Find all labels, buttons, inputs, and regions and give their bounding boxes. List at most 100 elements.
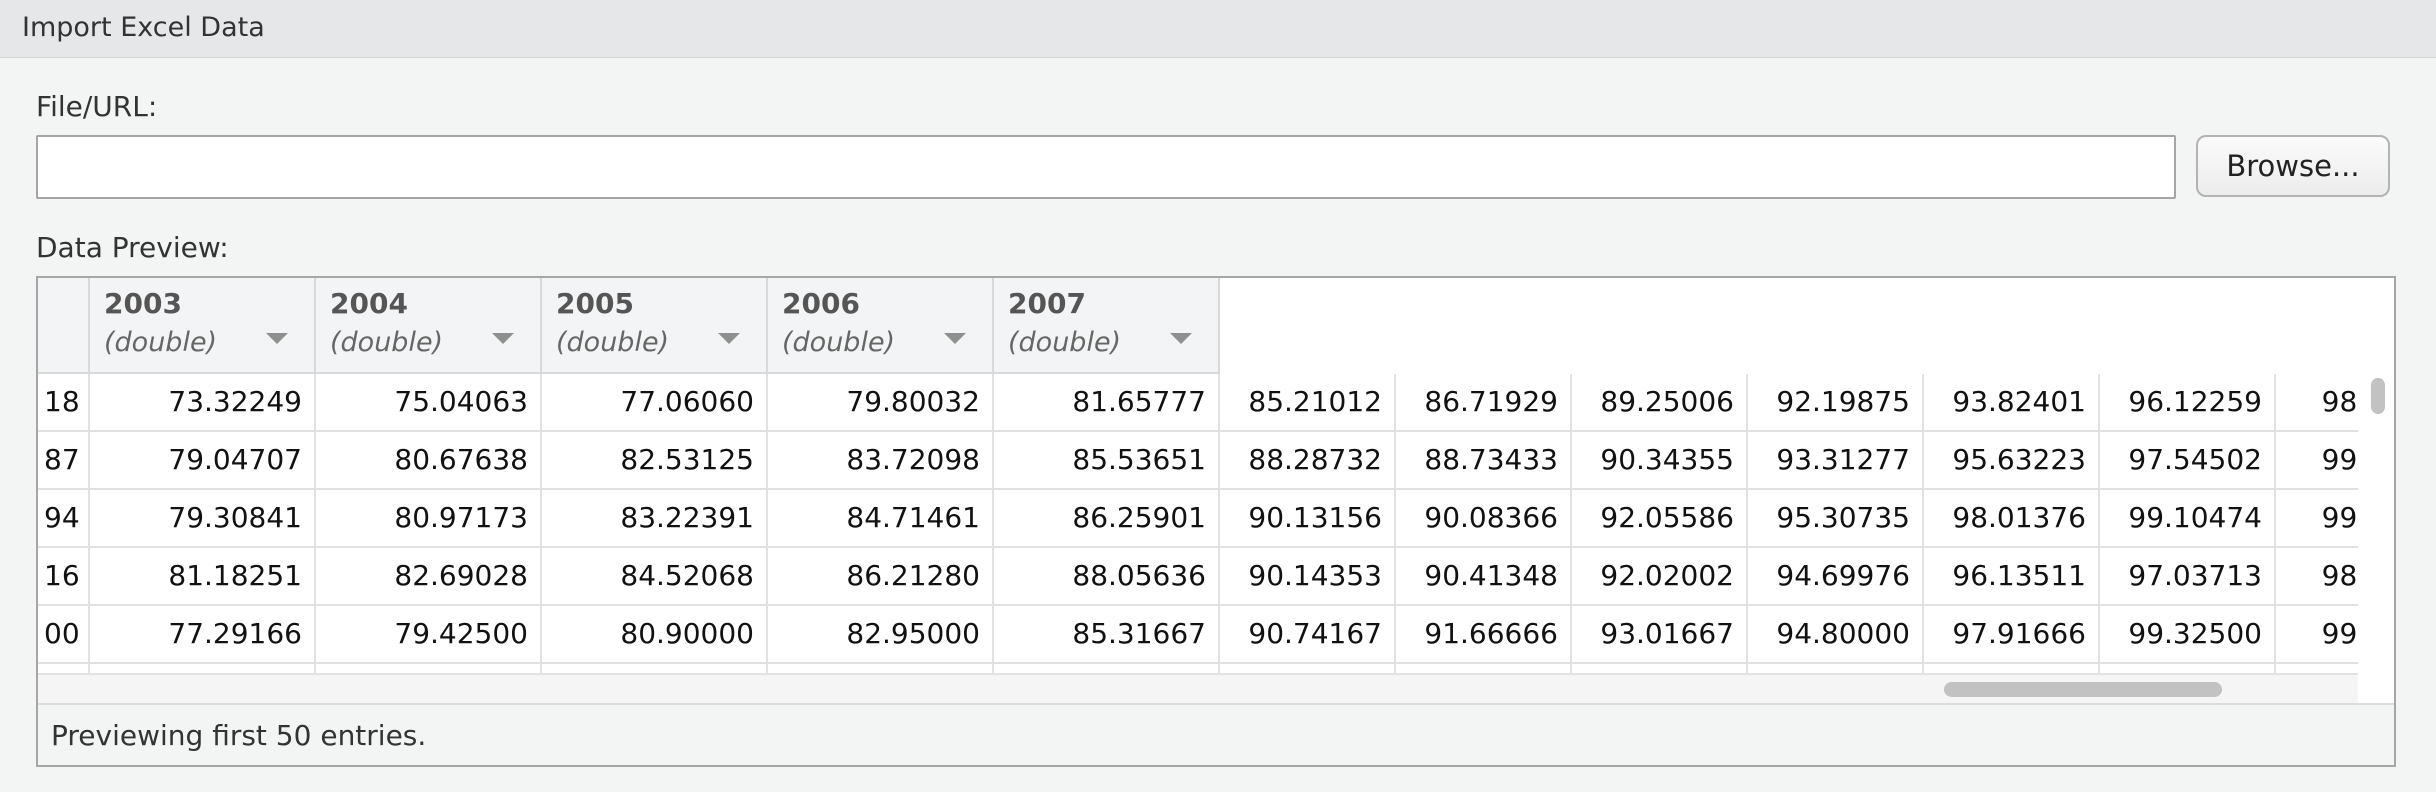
column-header-row-index [38, 278, 90, 374]
table-cell: 90.14353 [1220, 548, 1396, 606]
table-cell: 86.25901 [994, 490, 1220, 548]
table-row: 94 79.30841 80.97173 83.22391 84.71461 86.259… [38, 490, 2358, 548]
table-cell: 81.18251 [90, 548, 316, 606]
table-cell: 93.82401 [1924, 374, 2100, 432]
horizontal-scrollbar-thumb[interactable] [1944, 682, 2222, 697]
column-header[interactable]: 2003 (double) [90, 278, 316, 374]
table-cell: 77.29166 [90, 606, 316, 664]
table-cell: 88.28732 [1220, 432, 1396, 490]
table-cell: 95.63223 [1924, 432, 2100, 490]
table-row: 00 77.29166 79.42500 80.90000 82.95000 85.316… [38, 606, 2358, 664]
table-cell [2276, 664, 2358, 673]
data-preview-label: Data Preview: [36, 231, 229, 264]
vertical-scrollbar-track[interactable] [2360, 374, 2394, 673]
column-header-name: 2006 [782, 287, 860, 320]
table-cell: 94.69976 [1748, 548, 1924, 606]
column-header-name: 2004 [330, 287, 408, 320]
window-title: Import Excel Data [22, 12, 265, 43]
table-row: 87 79.04707 80.67638 82.53125 83.72098 85.536… [38, 432, 2358, 490]
column-header[interactable]: 2005 (double) [542, 278, 768, 374]
table-cell: 86.21280 [768, 548, 994, 606]
table-row [38, 664, 2358, 673]
table-cell: 16 [38, 548, 90, 606]
table-cell: 18 [38, 374, 90, 432]
table-cell: 93.01667 [1572, 606, 1748, 664]
table-cell: 80.90000 [542, 606, 768, 664]
column-header-type: (double) [1008, 327, 1122, 358]
table-cell: 80.97173 [316, 490, 542, 548]
table-cell: 84.71461 [768, 490, 994, 548]
table-cell [38, 664, 90, 673]
table-cell: 90.34355 [1572, 432, 1748, 490]
table-cell: 83.22391 [542, 490, 768, 548]
column-header-name: 2007 [1008, 287, 1086, 320]
file-url-input[interactable] [36, 135, 2176, 199]
table-cell: 90.74167 [1220, 606, 1396, 664]
table-cell [768, 664, 994, 673]
table-cell: 88.05636 [994, 548, 1220, 606]
column-header[interactable]: 2007 (double) [994, 278, 1220, 374]
column-header-type: (double) [330, 327, 444, 358]
table-cell: 85.21012 [1220, 374, 1396, 432]
table-cell: 94.80000 [1748, 606, 1924, 664]
table-cell: 97.54502 [2100, 432, 2276, 490]
table-cell: 99.1 [2276, 432, 2358, 490]
table-row: 16 81.18251 82.69028 84.52068 86.21280 88.056… [38, 548, 2358, 606]
table-cell: 94 [38, 490, 90, 548]
table-cell: 95.30735 [1748, 490, 1924, 548]
table-cell: 99.4 [2276, 490, 2358, 548]
table-cell: 75.04063 [316, 374, 542, 432]
table-cell: 99.6 [2276, 606, 2358, 664]
table-cell: 00 [38, 606, 90, 664]
table-cell: 90.08366 [1396, 490, 1572, 548]
table-cell [1924, 664, 2100, 673]
column-header-type: (double) [782, 327, 896, 358]
table-cell: 98.5 [2276, 374, 2358, 432]
table-cell: 81.65777 [994, 374, 1220, 432]
table-cell [1396, 664, 1572, 673]
column-header-type: (double) [556, 327, 670, 358]
vertical-scrollbar-thumb[interactable] [2371, 378, 2385, 414]
table-cell: 77.06060 [542, 374, 768, 432]
table-cell: 80.67638 [316, 432, 542, 490]
column-type-dropdown-icon[interactable] [1170, 333, 1192, 344]
table-cell: 85.53651 [994, 432, 1220, 490]
table-cell: 99.10474 [2100, 490, 2276, 548]
file-url-label: File/URL: [36, 90, 158, 123]
table-cell [2100, 664, 2276, 673]
table-cell: 99.32500 [2100, 606, 2276, 664]
table-cell [542, 664, 768, 673]
table-cell: 84.52068 [542, 548, 768, 606]
table-row: 18 73.32249 75.04063 77.06060 79.80032 81.657… [38, 374, 2358, 432]
table-cell [316, 664, 542, 673]
table-cell: 73.32249 [90, 374, 316, 432]
table-cell [1220, 664, 1396, 673]
table-cell: 82.69028 [316, 548, 542, 606]
table-cell: 90.41348 [1396, 548, 1572, 606]
table-cell: 89.25006 [1572, 374, 1748, 432]
browse-button[interactable]: Browse... [2196, 135, 2390, 197]
column-type-dropdown-icon[interactable] [718, 333, 740, 344]
table-cell: 83.72098 [768, 432, 994, 490]
table-cell [1572, 664, 1748, 673]
column-type-dropdown-icon[interactable] [266, 333, 288, 344]
table-cell: 87 [38, 432, 90, 490]
table-cell: 79.04707 [90, 432, 316, 490]
column-type-dropdown-icon[interactable] [492, 333, 514, 344]
table-cell: 82.95000 [768, 606, 994, 664]
table-cell: 90.13156 [1220, 490, 1396, 548]
table-cell: 96.13511 [1924, 548, 2100, 606]
column-type-dropdown-icon[interactable] [944, 333, 966, 344]
table-cell: 92.19875 [1748, 374, 1924, 432]
table-cell: 97.91666 [1924, 606, 2100, 664]
table-cell: 79.80032 [768, 374, 994, 432]
table-cell [90, 664, 316, 673]
data-preview-table: 2003 (double) 2004 (double) 2005 (double) 2006… [38, 278, 2358, 673]
table-cell: 85.31667 [994, 606, 1220, 664]
column-header[interactable]: 2004 (double) [316, 278, 542, 374]
table-cell: 98.01376 [1924, 490, 2100, 548]
table-cell [1748, 664, 1924, 673]
column-header[interactable]: 2006 (double) [768, 278, 994, 374]
column-header-name: 2003 [104, 287, 182, 320]
data-preview-grid: 2003 (double) 2004 (double) 2005 (double) 2006… [36, 276, 2396, 767]
